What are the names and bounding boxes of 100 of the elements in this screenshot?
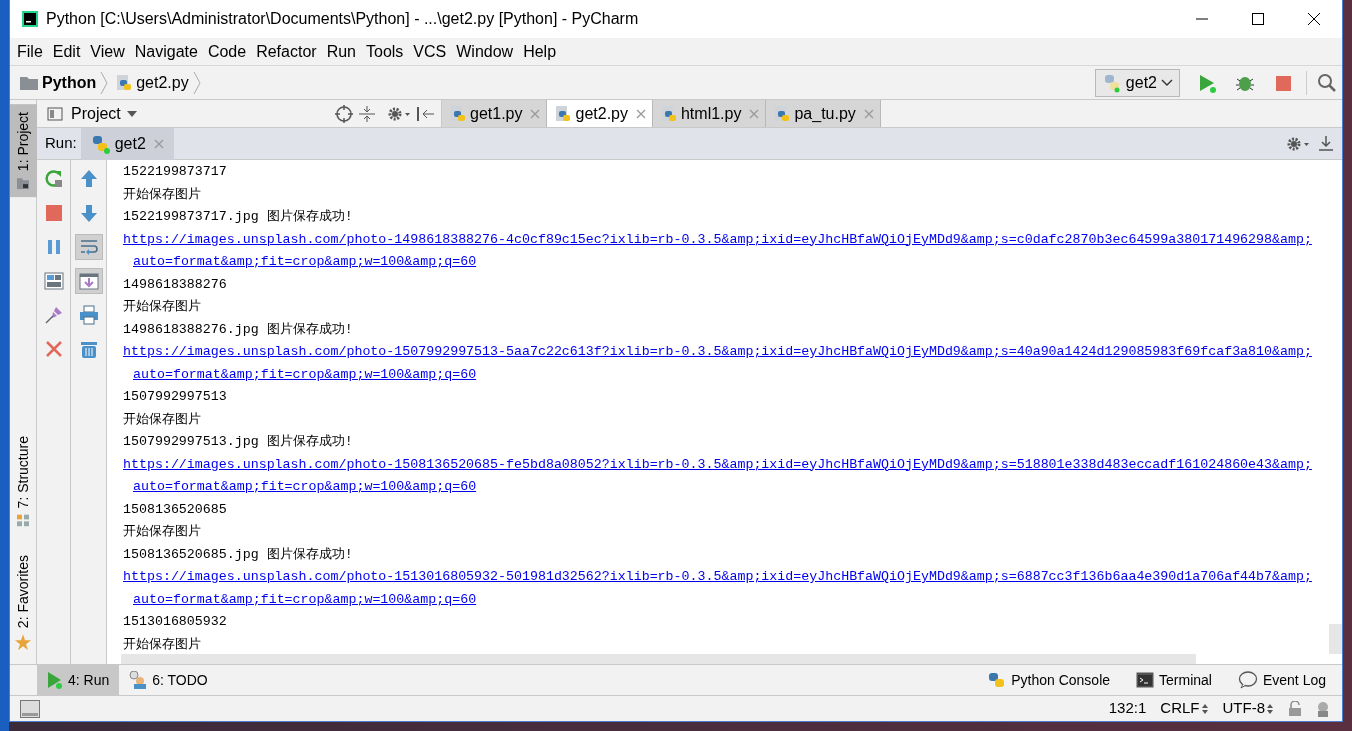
console-line: 开始保存图片 <box>123 298 201 316</box>
menu-item[interactable]: Help <box>518 39 562 64</box>
console-line: 1498618388276 <box>123 275 227 294</box>
app-icon <box>22 11 38 27</box>
gear-icon[interactable] <box>387 105 411 122</box>
editor-tab[interactable]: get1.py <box>442 100 548 127</box>
menu-item[interactable]: Edit <box>47 39 86 64</box>
close-icon[interactable] <box>153 138 164 149</box>
python-run-icon <box>90 133 111 154</box>
console-line: 1513016805932 <box>123 613 227 631</box>
trash-icon <box>78 339 99 359</box>
printer-icon <box>78 305 99 325</box>
down-arrow-icon <box>78 203 99 223</box>
play-icon <box>1197 72 1217 93</box>
close-icon[interactable] <box>749 108 760 119</box>
window-title: Python [C:\Users\Administrator\Documents\Python] - ...\get2.py [Python] - PyCharm <box>46 9 639 29</box>
search-icon <box>1317 72 1337 93</box>
console-link[interactable]: https://images.unsplash.com/photo-1507992997513-5aa7c22c613f?ixlib=rb-0.3.5&amp;ixid=eyJhcHBfaWQiOjEyMDd9&amp;s=40a90a1424d129085983f69fcaf3a810&amp; auto=format&amp;fit=crop&amp;w=100&amp;q=60 <box>123 341 1312 386</box>
menu-item[interactable]: VCS <box>408 39 452 64</box>
editor-tab[interactable]: get2.py <box>547 100 653 127</box>
menu-item[interactable]: Window <box>451 39 519 64</box>
menu-item[interactable]: Code <box>202 39 252 64</box>
console-line: 1498618388276.jpg 图片保存成功! <box>123 320 353 339</box>
breadcrumb-item[interactable]: get2.py <box>136 70 189 95</box>
tool-window-tab[interactable]: 2: Favorites <box>10 546 37 658</box>
tool-window-tab[interactable]: 6: TODO <box>119 665 218 695</box>
run-config-dropdown[interactable]: get2 <box>1094 68 1180 97</box>
tool-window-tab[interactable]: Terminal <box>1126 665 1222 695</box>
hide-icon[interactable] <box>417 105 435 122</box>
close-icon[interactable] <box>530 108 541 119</box>
vertical-scrollbar[interactable] <box>1329 624 1342 654</box>
collapse-icon[interactable] <box>359 105 375 122</box>
soft-wrap-icon <box>78 237 99 257</box>
locate-icon[interactable] <box>335 104 353 123</box>
python-file-icon <box>448 104 466 123</box>
run-tab[interactable]: get2 <box>80 127 174 160</box>
tool-window-tab[interactable]: 1: Project <box>10 104 37 198</box>
console-line: 开始保存图片 <box>123 185 201 204</box>
editor-tab[interactable]: html1.py <box>652 100 767 127</box>
menu-item[interactable]: File <box>12 39 48 64</box>
folder-icon <box>20 75 38 90</box>
lock-icon[interactable] <box>1288 700 1302 717</box>
menu-item[interactable]: Navigate <box>129 39 203 64</box>
python-icon <box>988 671 1007 689</box>
up-arrow-icon <box>78 169 99 189</box>
terminal-icon <box>1136 672 1155 688</box>
console-line: 1507992997513 <box>123 388 227 406</box>
python-file-icon <box>553 104 572 123</box>
console-link[interactable]: https://images.unsplash.com/photo-1513016805932-501981d32562?ixlib=rb-0.3.5&amp;ixid=eyJhcHBfaWQiOjEyMDd9&amp;s=6887cc3f136b6aa4e390d1a706af44b7&amp; auto=format&amp;fit=crop&amp;w=100&amp;q=60 <box>123 566 1312 611</box>
structure-icon <box>17 514 30 527</box>
panel-title: Run: <box>45 133 77 154</box>
panel-toggle-icon[interactable] <box>20 699 40 718</box>
console-line: 开始保存图片 <box>123 410 201 429</box>
tool-window-tab[interactable]: Python Console <box>978 665 1121 695</box>
chevron-down-icon <box>1161 78 1173 87</box>
chevron-icon <box>100 71 109 94</box>
play-icon <box>47 671 63 689</box>
download-icon[interactable] <box>1318 135 1334 152</box>
star-icon <box>15 634 32 650</box>
console-link[interactable]: https://images.unsplash.com/photo-1508136520685-fe5bd8a08052?ixlib=rb-0.3.5&amp;ixid=eyJhcHBfaWQiOjEyMDd9&amp;s=518801e338d483eccadf161024860e43&amp; auto=format&amp;fit=crop&amp;w=100&amp;q=60 <box>123 453 1312 499</box>
speech-bubble-icon <box>1237 671 1258 689</box>
python-file-icon <box>772 104 791 123</box>
tool-window-tab[interactable]: 4: Run <box>37 665 120 695</box>
cursor-position[interactable]: 132:1 <box>1108 697 1147 720</box>
line-separator[interactable]: CRLF <box>1160 697 1209 720</box>
console-line: 1522199873717 <box>123 163 227 181</box>
close-icon <box>43 339 64 359</box>
pin-icon <box>43 305 64 325</box>
chevron-icon <box>192 71 201 94</box>
python-file-icon <box>114 73 133 92</box>
console-line: 1508136520685.jpg 图片保存成功! <box>123 545 353 564</box>
horizontal-scrollbar[interactable] <box>121 654 1196 664</box>
tool-window-tab[interactable]: 7: Structure <box>10 428 37 535</box>
console-line: 1508136520685 <box>123 500 227 519</box>
dropdown-icon <box>126 110 137 117</box>
close-icon[interactable] <box>863 108 874 119</box>
project-icon <box>47 105 65 122</box>
folder-icon <box>17 177 30 190</box>
menu-item[interactable]: View <box>85 39 130 64</box>
console-line: 1507992997513.jpg 图片保存成功! <box>123 433 353 451</box>
scroll-end-button[interactable] <box>74 268 103 294</box>
close-icon <box>1308 13 1320 25</box>
menu-item[interactable]: Tools <box>361 39 409 64</box>
editor-tab[interactable]: pa_tu.py <box>766 100 881 127</box>
gear-icon[interactable] <box>1286 135 1310 152</box>
panel-title[interactable]: Project <box>71 101 121 126</box>
console-line: 1522199873717.jpg 图片保存成功! <box>123 208 353 226</box>
menu-item[interactable]: Run <box>321 39 361 64</box>
rerun-icon <box>43 169 64 189</box>
updown-icon <box>1200 702 1209 715</box>
close-icon[interactable] <box>635 108 646 119</box>
tool-window-tab[interactable]: Event Log <box>1227 665 1336 695</box>
console-line: 开始保存图片 <box>123 635 201 654</box>
console-line: 开始保存图片 <box>123 523 201 541</box>
updown-icon <box>1266 702 1274 715</box>
soft-wrap-button[interactable] <box>74 234 103 260</box>
file-encoding[interactable]: UTF-8 <box>1222 697 1274 720</box>
menu-item[interactable]: Refactor <box>251 39 322 64</box>
breadcrumb-item[interactable]: Python <box>42 70 97 95</box>
console-link[interactable]: https://images.unsplash.com/photo-1498618388276-4c0cf89c15ec?ixlib=rb-0.3.5&amp;ixid=eyJhcHBfaWQiOjEyMDd9&amp;s=c0dafc2870b3ec64599a380171496298&amp; auto=format&amp;fit=crop&amp;w=100&amp;q=60 <box>123 228 1312 274</box>
